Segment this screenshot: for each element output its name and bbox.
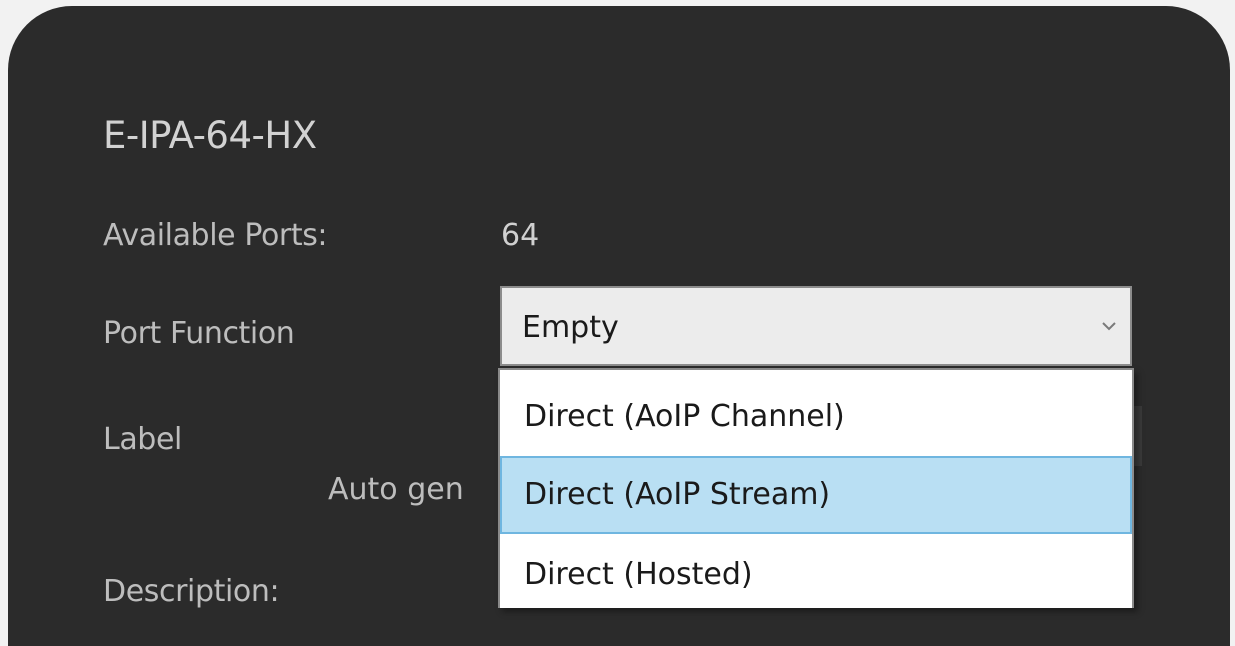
label-field-label: Label — [103, 422, 182, 457]
port-function-select[interactable]: Empty — [500, 286, 1132, 366]
port-function-dropdown-list: Direct (AoIP Channel) Direct (AoIP Strea… — [498, 368, 1134, 608]
device-properties-panel: E-IPA-64-HX Available Ports: 64 Port Fun… — [8, 6, 1230, 646]
device-title: E-IPA-64-HX — [103, 114, 317, 157]
port-function-label: Port Function — [103, 316, 295, 351]
option-direct-hosted[interactable]: Direct (Hosted) — [500, 536, 1132, 614]
option-direct-aoip-stream[interactable]: Direct (AoIP Stream) — [500, 456, 1132, 534]
description-label: Description: — [103, 574, 280, 609]
available-ports-label: Available Ports: — [103, 218, 328, 253]
available-ports-value: 64 — [501, 218, 540, 253]
auto-generate-text: Auto gen — [328, 472, 464, 507]
port-function-selected-value: Empty — [522, 310, 619, 345]
option-direct-aoip-channel[interactable]: Direct (AoIP Channel) — [500, 378, 1132, 456]
chevron-down-icon[interactable] — [1102, 312, 1116, 336]
